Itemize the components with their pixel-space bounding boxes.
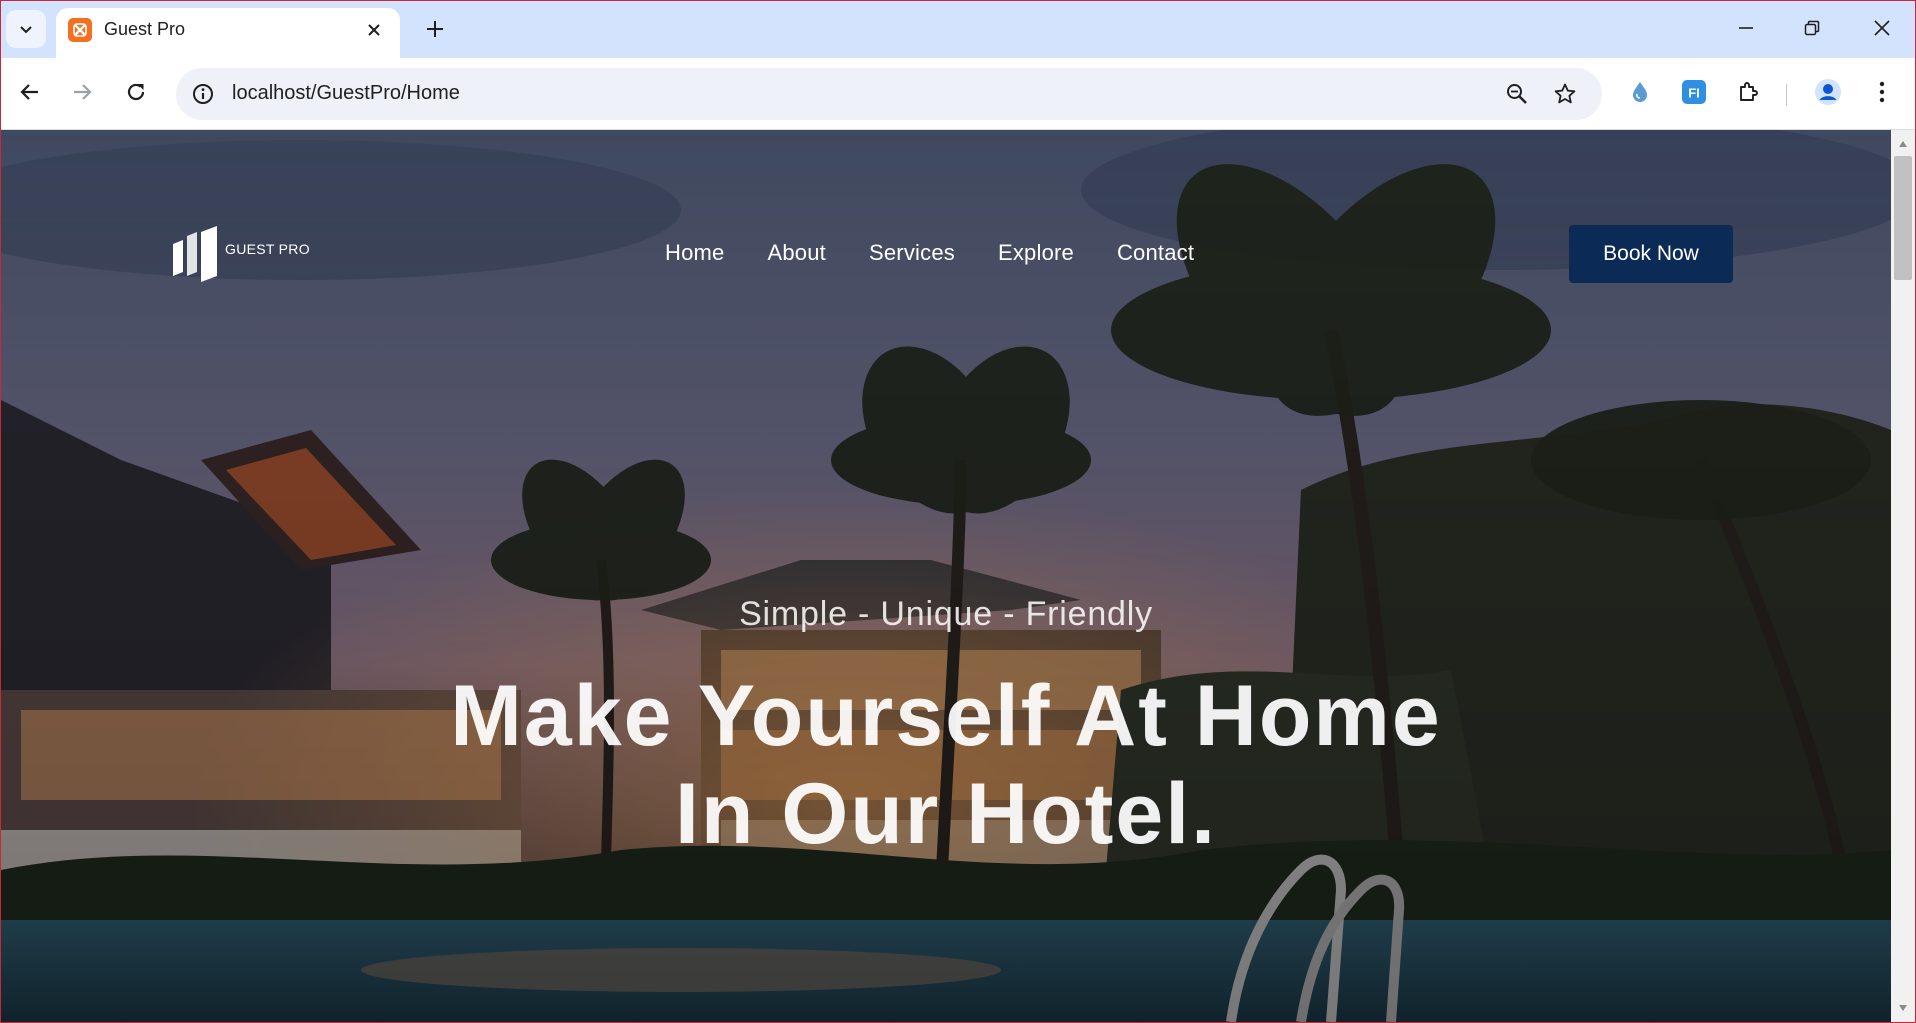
browser-menu-button[interactable] [1862,72,1902,112]
active-tab[interactable]: Guest Pro [56,8,400,58]
book-now-button[interactable]: Book Now [1569,225,1733,283]
hero-tagline: Simple - Unique - Friendly [739,595,1153,633]
extension-fi-button[interactable]: FI [1674,72,1714,112]
close-window-button[interactable] [1854,8,1910,48]
page-scrollbar[interactable] [1891,130,1915,1022]
tab-search-icon [20,26,32,34]
profile-button[interactable] [1808,72,1848,112]
extensions-button[interactable] [1729,72,1769,112]
nav-link-services[interactable]: Services [869,240,955,266]
browser-toolbar: localhost/GuestPro/Home FI [0,58,1916,130]
restore-icon [1804,20,1820,36]
zoom-icon[interactable] [1502,79,1532,109]
scroll-up-arrow-icon[interactable] [1897,138,1909,150]
extension-drop-icon [1633,82,1647,102]
address-bar[interactable]: localhost/GuestPro/Home [176,68,1602,120]
reload-icon [127,83,145,101]
url-text[interactable]: localhost/GuestPro/Home [232,82,460,105]
extension-fi-label: FI [1688,86,1700,101]
puzzle-icon [1740,82,1758,101]
new-tab-button[interactable] [418,12,452,46]
forward-button[interactable] [62,72,102,112]
logo-text: GUEST PRO [225,241,310,257]
bookmark-star-icon[interactable] [1550,79,1580,109]
plus-icon [427,21,443,37]
scroll-down-arrow-icon[interactable] [1897,1002,1909,1014]
forward-icon [74,84,92,100]
building-logo-icon [173,226,217,282]
nav-link-contact[interactable]: Contact [1117,240,1194,266]
tab-close-button[interactable] [360,16,388,44]
nav-link-about[interactable]: About [768,240,827,266]
back-button[interactable] [10,72,50,112]
extension-fi-icon: FI [1682,80,1706,104]
xampp-favicon-icon [68,18,92,42]
main-nav: Home About Services Explore Contact [665,240,1237,266]
tab-search-button[interactable] [6,10,46,48]
close-window-icon [1874,20,1890,36]
tab-strip: Guest Pro [0,0,1916,58]
star-icon [1554,83,1576,104]
minimize-button[interactable] [1718,8,1774,48]
back-icon [20,84,38,100]
close-icon [368,24,380,36]
hero-headline: Make Yourself At Home In Our Hotel. [1,667,1891,863]
hero-headline-line1: Make Yourself At Home [450,668,1442,764]
page-viewport: GUEST PRO Home About Services Explore Co… [1,130,1891,1022]
restore-button[interactable] [1784,8,1840,48]
hero-headline-line2: In Our Hotel. [675,766,1217,862]
scrollbar-thumb[interactable] [1894,156,1912,280]
profile-icon [1815,79,1841,105]
nav-link-explore[interactable]: Explore [998,240,1074,266]
reload-button[interactable] [116,72,156,112]
tab-title: Guest Pro [104,19,186,39]
nav-link-home[interactable]: Home [665,240,725,266]
minimize-icon [1739,27,1753,29]
site-info-icon[interactable] [190,81,216,107]
extension-drop-button[interactable] [1620,72,1660,112]
site-logo[interactable]: GUEST PRO [171,226,310,282]
toolbar-separator [1786,84,1787,106]
kebab-menu-icon [1879,81,1885,103]
